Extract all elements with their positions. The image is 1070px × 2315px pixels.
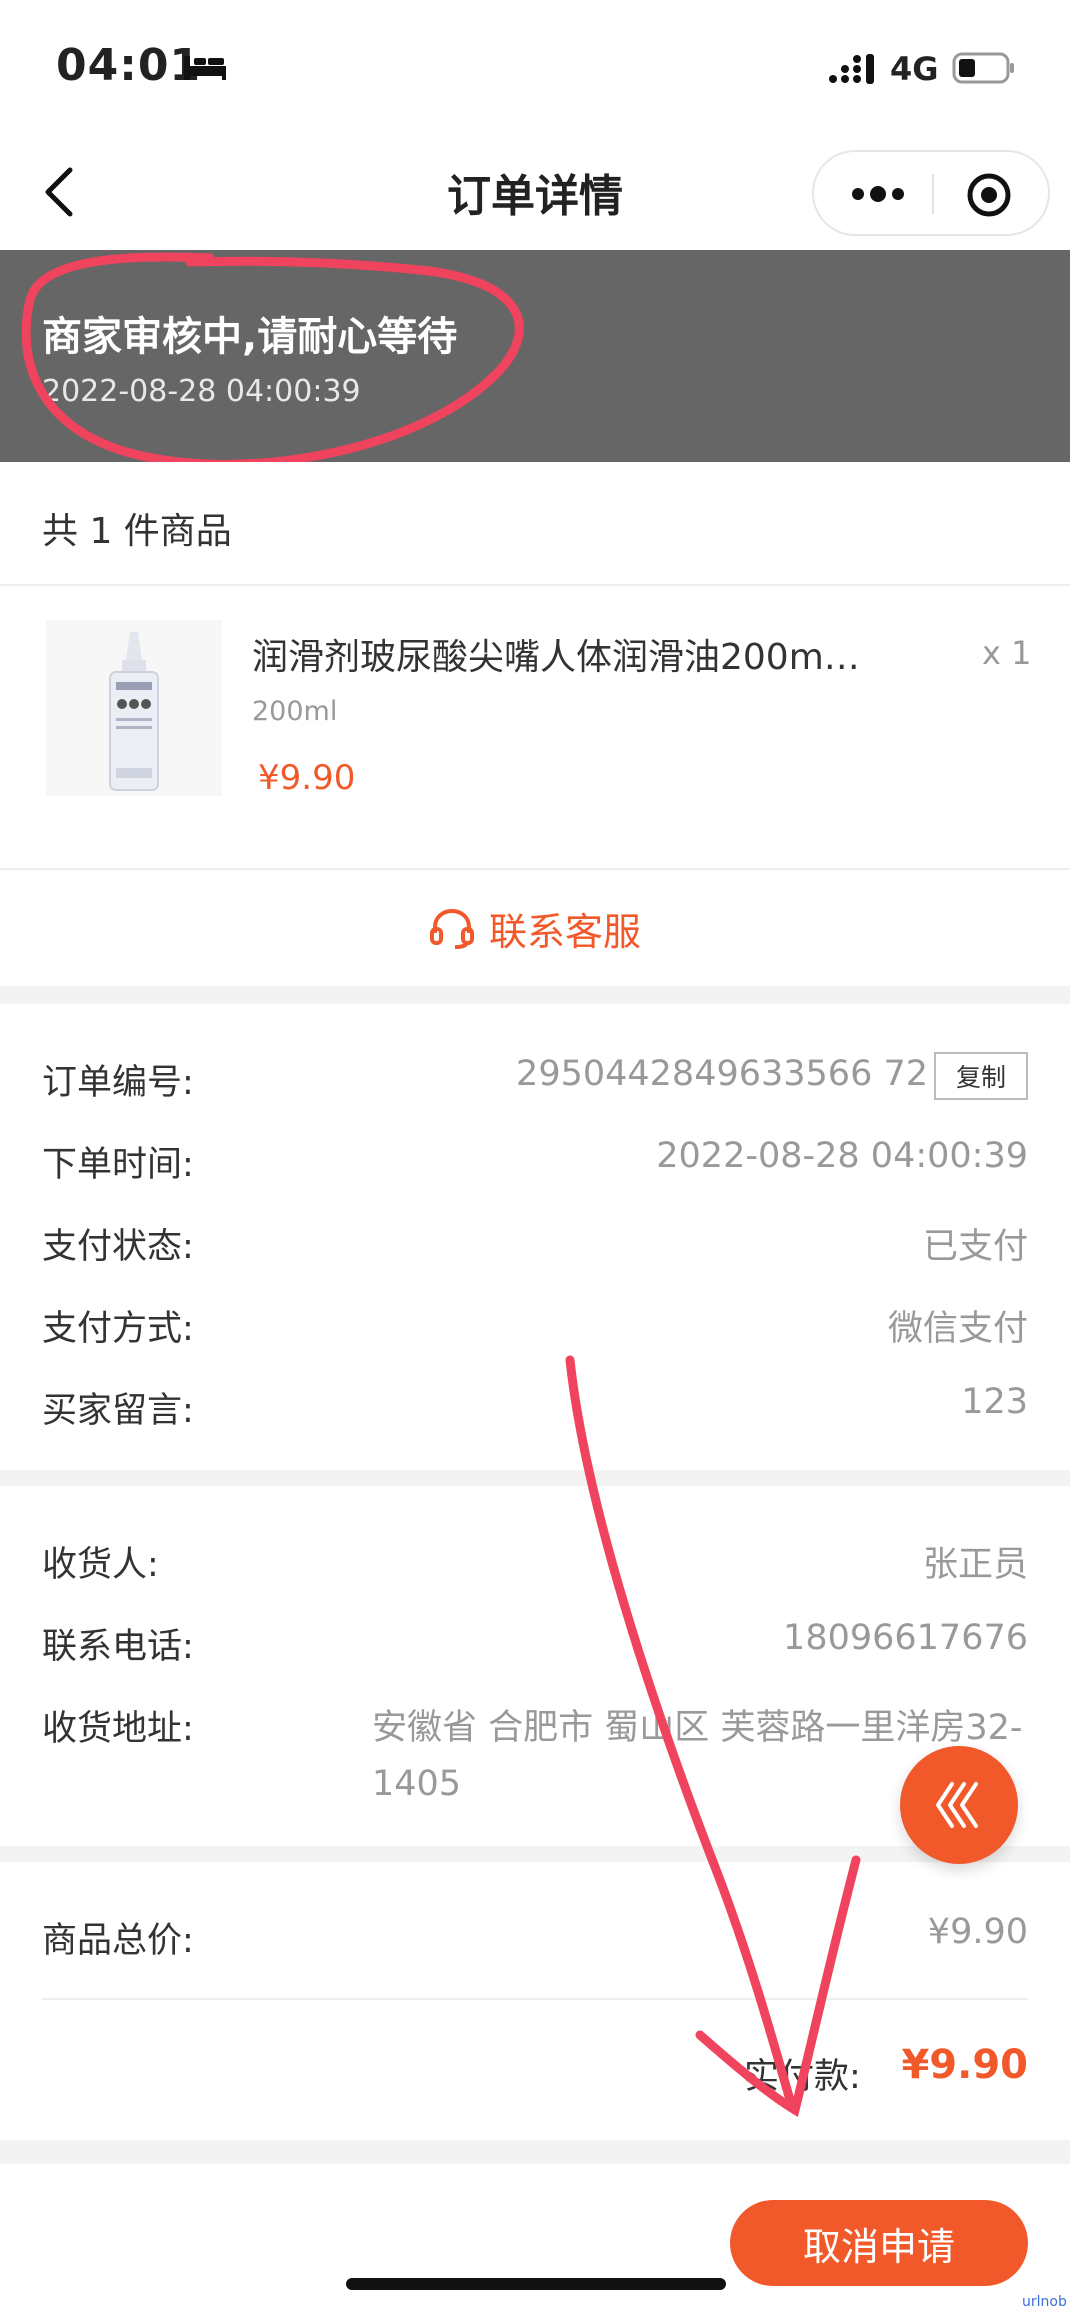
status-bar: 04:01 4G [0,0,1070,130]
capsule-divider [932,174,934,214]
bed-icon [184,56,226,80]
goods-total-value: ¥9.90 [927,1912,1028,1952]
pay-method-label: 支付方式: [42,1309,194,1349]
actual-paid-label: 实付款: [744,2057,861,2097]
nav-bar: 订单详情 [0,130,1070,250]
divider [42,1998,1028,2000]
receiver-address-label: 收货地址: [42,1709,194,1749]
close-mini-icon[interactable] [966,172,1012,218]
order-number-value: 2950442849633566 72 [516,1054,928,1094]
home-indicator [346,2278,726,2290]
product-spec: 200ml [252,696,338,727]
order-time-value: 2022-08-28 04:00:39 [656,1136,1028,1176]
buyer-note-value: 123 [961,1382,1028,1422]
product-quantity: x 1 [982,634,1032,672]
pay-status-label: 支付状态: [42,1227,194,1267]
floating-back-to-top-button[interactable] [900,1746,1018,1864]
contact-service-button[interactable]: 联系客服 [0,870,1070,986]
mini-program-capsule [812,150,1050,236]
order-info-section: 订单编号: 2950442849633566 72 复制 下单时间: 2022-… [0,1004,1070,1470]
battery-icon [952,52,1014,84]
price-info-section: 商品总价: ¥9.90 实付款: ¥9.90 [0,1862,1070,2140]
float-arrows-icon [936,1782,978,1828]
status-time: 04:01 [56,40,202,91]
buyer-note-label: 买家留言: [42,1391,194,1431]
receiver-name-label: 收货人: [42,1545,159,1585]
goods-count: 共 1 件商品 [42,511,232,552]
goods-total-label: 商品总价: [42,1921,194,1961]
order-time-label: 下单时间: [42,1145,194,1185]
copy-order-number-button[interactable]: 复制 [934,1052,1028,1100]
network-label: 4G [890,50,939,88]
footer-bar: 取消申请 urlnob [0,2164,1070,2315]
product-price: ¥9.90 [258,758,356,798]
headset-icon [429,908,474,949]
actual-paid-value: ¥9.90 [901,2042,1028,2088]
contact-service-label: 联系客服 [488,909,641,954]
product-image[interactable] [46,620,222,796]
goods-section: 共 1 件商品 润滑剂玻尿酸尖嘴人体润滑油200m… 200ml ¥9.90 x… [0,462,1070,986]
annotation-circle [21,252,524,469]
more-icon[interactable] [850,180,906,208]
receiver-name-value: 张正员 [922,1545,1028,1585]
order-number-label: 订单编号: [42,1063,194,1103]
product-name[interactable]: 润滑剂玻尿酸尖嘴人体润滑油200m… [252,628,892,680]
receiver-phone-label: 联系电话: [42,1627,194,1667]
watermark: urlnob [1022,2294,1067,2310]
signal-icon [829,54,874,84]
cancel-request-button[interactable]: 取消申请 [730,2200,1028,2286]
pay-method-value: 微信支付 [887,1309,1028,1349]
divider [0,584,1070,586]
pay-status-value: 已支付 [922,1227,1028,1267]
receiver-phone-value: 18096617676 [783,1618,1028,1658]
